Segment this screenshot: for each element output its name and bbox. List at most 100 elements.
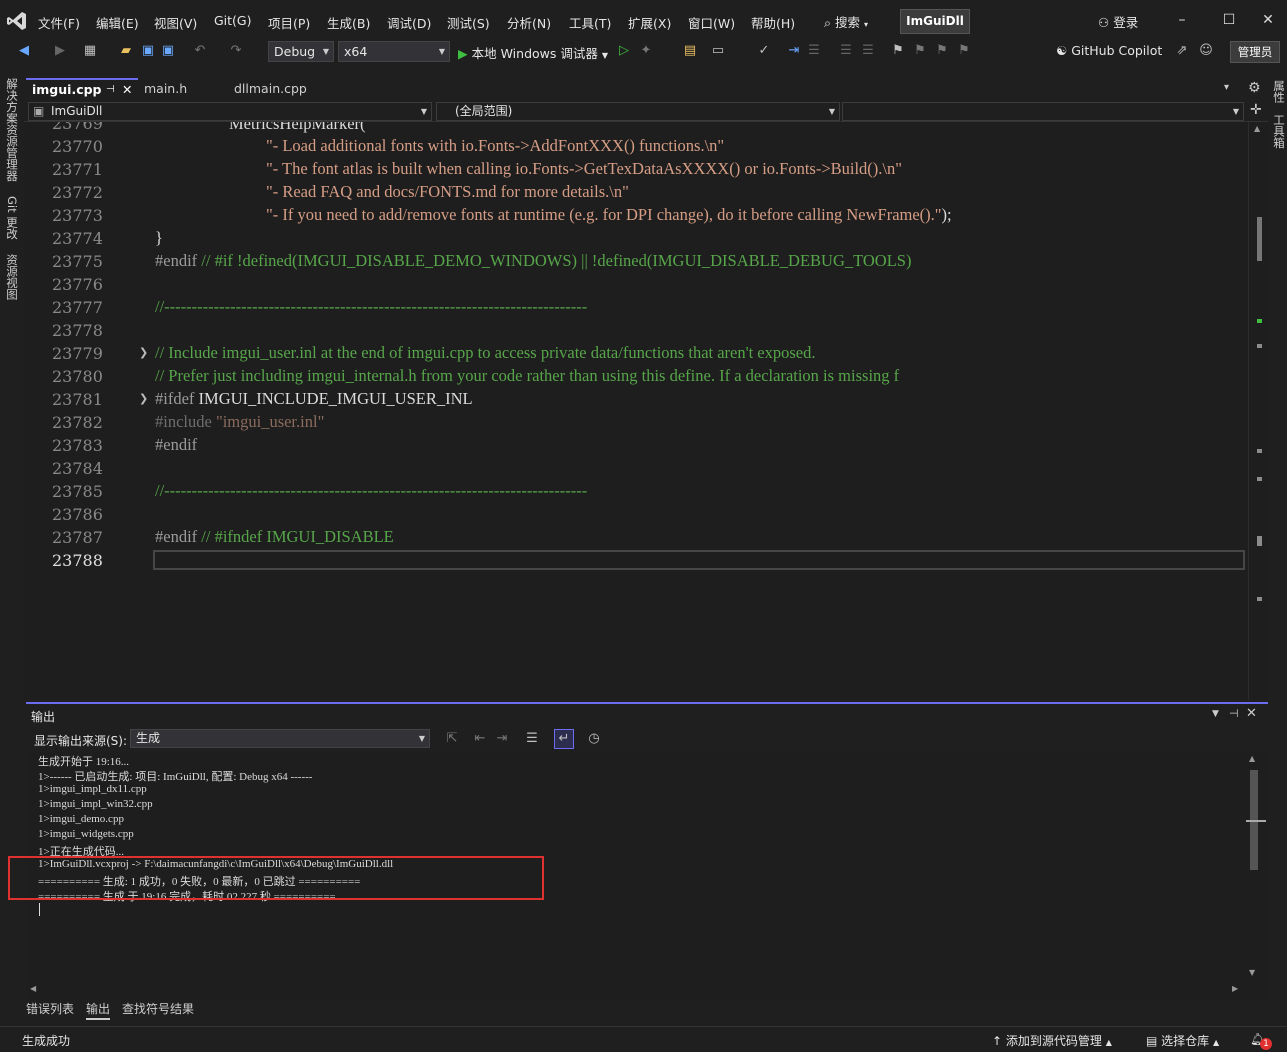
format-icon[interactable]: ☰ bbox=[806, 43, 822, 59]
maximize-button[interactable]: ☐ bbox=[1219, 10, 1239, 30]
close-icon[interactable]: ✕ bbox=[122, 80, 132, 99]
solution-name-badge[interactable]: ImGuiDll bbox=[900, 9, 970, 34]
start-without-debug-icon[interactable]: ▷ bbox=[616, 43, 632, 59]
tab-imgui-cpp[interactable]: imgui.cpp ⊣ ✕ bbox=[26, 78, 138, 100]
close-window-button[interactable]: ✕ bbox=[1258, 10, 1278, 30]
line-number: 23769 bbox=[52, 122, 103, 133]
browse-folder-icon[interactable]: ▤ bbox=[682, 43, 698, 59]
bookmark-icon[interactable]: ⚑ bbox=[890, 43, 906, 59]
undo-icon[interactable]: ↶ bbox=[192, 43, 208, 59]
project-dropdown[interactable]: ▣ ImGuiDll ▼ bbox=[28, 102, 432, 121]
pin-icon[interactable]: ⊣ bbox=[1229, 707, 1239, 720]
properties-tab[interactable]: 属性 bbox=[1271, 80, 1287, 103]
select-repository-button[interactable]: ▤ 选择仓库 ▲ bbox=[1146, 1032, 1219, 1049]
output-panel-header: 输出 ▼ ⊣ ✕ bbox=[26, 702, 1268, 726]
forward-icon[interactable]: ▶ bbox=[52, 43, 68, 59]
login-button[interactable]: ⚇ 登录 bbox=[1098, 12, 1138, 31]
bookmark-next-icon[interactable]: ⚑ bbox=[934, 43, 950, 59]
line-number: 23770 bbox=[52, 137, 103, 156]
fold-chevron-icon[interactable]: ❯ bbox=[139, 346, 148, 359]
menu-edit[interactable]: 编辑(E) bbox=[96, 13, 139, 32]
scroll-up-icon[interactable]: ▲ bbox=[1254, 124, 1260, 133]
tab-find-symbol-results[interactable]: 查找符号结果 bbox=[122, 1000, 194, 1022]
new-project-icon[interactable]: ▦ bbox=[82, 43, 98, 59]
menu-extensions[interactable]: 扩展(X) bbox=[628, 13, 671, 32]
line-number: 23777 bbox=[52, 298, 103, 317]
toolbox-tab[interactable]: 工具箱 bbox=[1271, 114, 1287, 149]
member-dropdown[interactable]: ▼ bbox=[842, 102, 1244, 121]
scope-dropdown[interactable]: (全局范围) ▼ bbox=[436, 102, 840, 121]
solution-explorer-tab[interactable]: 解决方案资源管理器 bbox=[4, 78, 20, 182]
fold-chevron-icon[interactable]: ❯ bbox=[139, 392, 148, 405]
settings-gear-icon[interactable]: ⚙ bbox=[1248, 80, 1261, 96]
menu-view[interactable]: 视图(V) bbox=[154, 13, 197, 32]
git-changes-tab[interactable]: Git 更改 bbox=[4, 196, 20, 239]
close-icon[interactable]: ✕ bbox=[1246, 706, 1257, 721]
menu-window[interactable]: 窗口(W) bbox=[688, 13, 735, 32]
share-icon[interactable]: ⇗ bbox=[1174, 43, 1190, 59]
pin-icon[interactable]: ⊣ bbox=[106, 80, 115, 99]
menu-tools[interactable]: 工具(T) bbox=[569, 13, 611, 32]
tab-dllmain-cpp[interactable]: dllmain.cpp bbox=[228, 78, 348, 100]
tab-main-h[interactable]: main.h bbox=[138, 78, 228, 100]
platform-dropdown[interactable]: x64 ▼ bbox=[338, 41, 450, 62]
editor-vertical-scrollbar[interactable]: ▲ bbox=[1248, 122, 1268, 700]
menu-project[interactable]: 项目(P) bbox=[268, 13, 310, 32]
word-wrap-toggle-icon[interactable]: ↵ bbox=[554, 729, 574, 749]
save-icon[interactable]: ▣ bbox=[140, 43, 156, 59]
save-all-icon[interactable]: ▣ bbox=[160, 43, 176, 59]
platform-value: x64 bbox=[344, 44, 368, 59]
tab-output[interactable]: 输出 bbox=[86, 1000, 111, 1020]
search-icon: ⌕ bbox=[824, 15, 832, 30]
comment: // #ifndef IMGUI_DISABLE bbox=[201, 527, 394, 546]
notifications-button[interactable]: 🔔︎ 1 bbox=[1250, 1032, 1272, 1050]
comment-icon[interactable]: ☰ bbox=[838, 43, 854, 59]
menu-git[interactable]: Git(G) bbox=[214, 13, 252, 28]
run-debugger-button[interactable]: ▶ 本地 Windows 调试器 ▼ bbox=[458, 43, 608, 62]
output-source-dropdown[interactable]: 生成 ▼ bbox=[130, 729, 430, 748]
config-dropdown[interactable]: Debug ▼ bbox=[268, 41, 334, 62]
layout-icon[interactable]: ▭ bbox=[710, 43, 726, 59]
uncomment-icon[interactable]: ☰ bbox=[860, 43, 876, 59]
output-line: 1>------ 已启动生成: 项目: ImGuiDll, 配置: Debug … bbox=[38, 771, 313, 783]
back-icon[interactable]: ◀ bbox=[16, 43, 32, 59]
scroll-up-icon[interactable]: ▲ bbox=[1249, 754, 1255, 763]
menu-build[interactable]: 生成(B) bbox=[327, 13, 370, 32]
play-icon: ▶ bbox=[458, 46, 468, 61]
code-editor[interactable]: 23769 23770 23771 23772 23773 23774 2377… bbox=[24, 122, 1268, 700]
scroll-right-icon[interactable]: ▶ bbox=[1232, 984, 1238, 993]
step-icon[interactable]: ⇥ bbox=[786, 43, 802, 59]
resource-view-tab[interactable]: 资源视图 bbox=[4, 254, 20, 300]
feedback-icon[interactable]: ☺ bbox=[1198, 43, 1214, 59]
next-message-icon[interactable]: ⇥ bbox=[494, 731, 510, 747]
open-folder-icon[interactable]: ▰ bbox=[118, 43, 134, 59]
scroll-thumb[interactable] bbox=[1257, 217, 1262, 261]
scroll-down-icon[interactable]: ▼ bbox=[1249, 968, 1255, 977]
clear-all-icon[interactable]: ☰ bbox=[524, 731, 540, 747]
visual-studio-logo-icon[interactable] bbox=[6, 10, 28, 32]
output-horizontal-scrollbar[interactable]: ◀ ▶ bbox=[26, 984, 1246, 998]
output-vertical-scrollbar[interactable]: ▲ ▼ bbox=[1246, 752, 1266, 982]
timestamp-clock-icon[interactable]: ◷ bbox=[586, 731, 602, 747]
redo-icon[interactable]: ↷ bbox=[228, 43, 244, 59]
tab-error-list[interactable]: 错误列表 bbox=[26, 1000, 74, 1022]
bookmark-clear-icon[interactable]: ⚑ bbox=[956, 43, 972, 59]
menu-test[interactable]: 测试(S) bbox=[447, 13, 490, 32]
menu-help[interactable]: 帮助(H) bbox=[751, 13, 795, 32]
go-to-line-icon[interactable]: ⇱ bbox=[444, 731, 460, 747]
menu-debug[interactable]: 调试(D) bbox=[387, 13, 431, 32]
hot-reload-icon[interactable]: ✦ bbox=[638, 43, 654, 59]
prev-message-icon[interactable]: ⇤ bbox=[472, 731, 488, 747]
bookmark-prev-icon[interactable]: ⚑ bbox=[912, 43, 928, 59]
search-button[interactable]: ⌕ 搜索 ▾ bbox=[824, 12, 868, 31]
spellcheck-icon[interactable]: ✓ bbox=[756, 43, 772, 59]
copilot-button[interactable]: ☯ GitHub Copilot bbox=[1056, 43, 1162, 58]
menu-analyze[interactable]: 分析(N) bbox=[507, 13, 551, 32]
scroll-left-icon[interactable]: ◀ bbox=[30, 984, 36, 993]
chevron-down-icon[interactable]: ▼ bbox=[1212, 709, 1219, 719]
tab-list-chevron-icon[interactable]: ▾ bbox=[1224, 82, 1229, 93]
minimize-button[interactable]: – bbox=[1172, 10, 1192, 30]
menu-file[interactable]: 文件(F) bbox=[38, 13, 80, 32]
split-editor-icon[interactable]: ✛ bbox=[1250, 102, 1262, 118]
add-to-source-control-button[interactable]: ↑ 添加到源代码管理 ▲ bbox=[992, 1032, 1112, 1049]
